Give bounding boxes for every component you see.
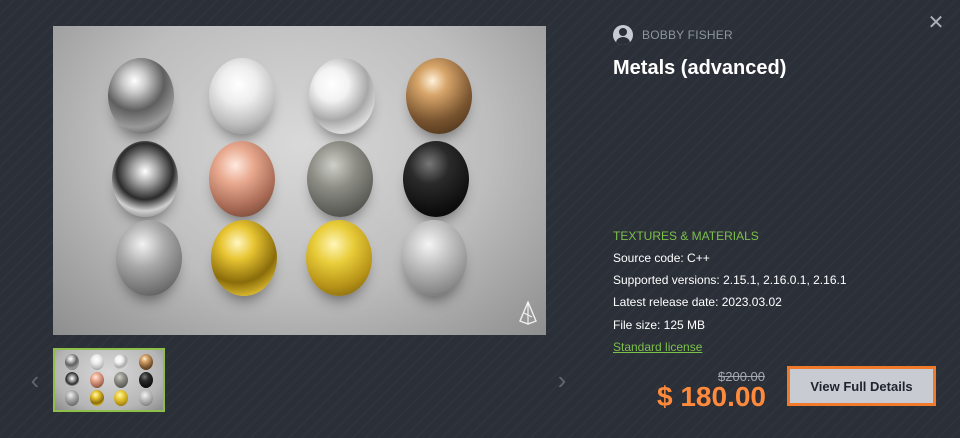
thumbnail-sphere [65,390,80,406]
chevron-right-icon[interactable]: › [552,366,572,394]
thumbnail-sphere [65,372,80,388]
material-sphere [112,141,178,217]
file-size: File size: 125 MB [613,318,706,332]
author-info: BOBBY FISHER [613,25,733,45]
thumbnail-sphere [138,354,153,370]
material-sphere [209,141,275,217]
material-sphere [309,58,375,134]
thumbnail-sphere [138,390,153,406]
thumbnail-sphere [114,372,129,388]
close-icon[interactable]: ✕ [925,12,947,34]
thumbnail-sphere [138,372,153,388]
avatar-icon [613,25,633,45]
material-sphere [116,220,182,296]
source-code: Source code: C++ [613,251,710,265]
thumbnail-sphere [114,390,129,406]
author-name: BOBBY FISHER [642,28,733,42]
current-price: $ 180.00 [657,381,766,412]
material-sphere [211,220,277,296]
material-sphere [403,141,469,217]
material-sphere [306,220,372,296]
thumbnail-sphere [89,354,104,370]
chevron-left-icon[interactable]: ‹ [25,366,45,394]
thumbnail-sphere [114,354,129,370]
thumbnail-selected[interactable] [53,348,165,412]
product-category: TEXTURES & MATERIALS [613,229,759,243]
supported-versions: Supported versions: 2.15.1, 2.16.0.1, 2.… [613,273,847,287]
material-sphere [401,220,467,296]
license-link[interactable]: Standard license [613,340,702,354]
material-sphere [307,141,373,217]
material-sphere [406,58,472,134]
material-sphere [108,58,174,134]
release-date: Latest release date: 2023.03.02 [613,295,782,309]
thumbnail-sphere [65,354,80,370]
material-sphere [209,58,275,134]
watermark-logo-icon [519,301,537,325]
thumbnail-sphere [89,372,104,388]
thumbnail-sphere [89,390,104,406]
product-title: Metals (advanced) [613,57,787,79]
main-preview-image [53,26,546,335]
view-full-details-button[interactable]: View Full Details [787,366,936,406]
